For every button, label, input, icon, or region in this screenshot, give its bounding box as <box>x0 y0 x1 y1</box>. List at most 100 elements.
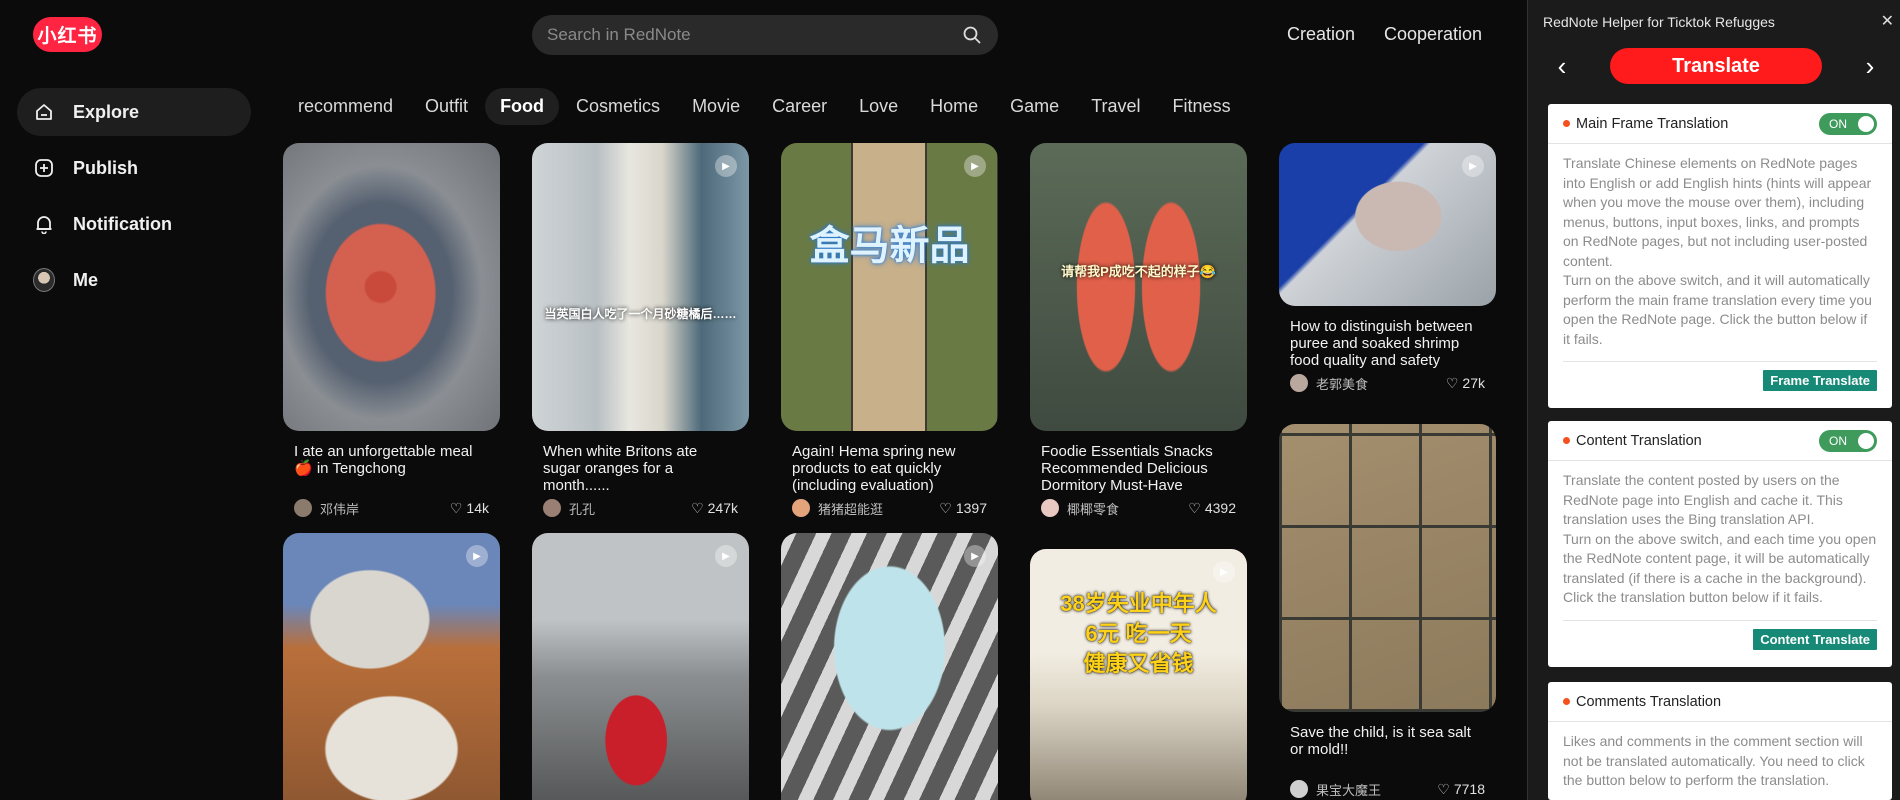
like-count: 247k <box>707 500 738 516</box>
card-image[interactable]: ▶ <box>781 533 998 800</box>
author-avatar[interactable] <box>792 499 810 517</box>
cooperation-link[interactable]: Cooperation <box>1384 24 1482 45</box>
card-image[interactable] <box>283 143 500 431</box>
like-count: 1397 <box>955 500 987 516</box>
tab-cosmetics[interactable]: Cosmetics <box>561 88 675 125</box>
translate-button[interactable]: Translate <box>1610 48 1822 84</box>
feed-card[interactable]: I ate an unforgettable meal 🍎 in Tengcho… <box>283 143 500 518</box>
sidebar-item-notification[interactable]: Notification <box>17 200 251 248</box>
card-image[interactable] <box>1279 424 1496 712</box>
feed-card[interactable]: ▶ 当英国白人吃了一个月砂糖橘后…… When white Britons at… <box>532 143 749 518</box>
card-image[interactable]: ▶ <box>532 533 749 800</box>
card-image[interactable]: 请帮我P成吃不起的样子😂 <box>1030 143 1247 431</box>
card-meta: 果宝大魔王 ♡ 7718 <box>1290 779 1485 799</box>
card-image[interactable]: ▶ <box>1279 143 1496 306</box>
content-toggle[interactable]: ON <box>1819 429 1877 452</box>
frame-translate-button[interactable]: Frame Translate <box>1763 370 1877 391</box>
comments-translation-section: Comments Translation Likes and comments … <box>1548 682 1892 800</box>
tab-food[interactable]: Food <box>485 87 560 125</box>
play-icon: ▶ <box>1462 155 1484 177</box>
chevron-left-icon[interactable]: ‹ <box>1551 53 1573 79</box>
author-name[interactable]: 老郭美食 <box>1316 374 1446 393</box>
tab-movie[interactable]: Movie <box>677 88 755 125</box>
image-caption: 请帮我P成吃不起的样子😂 <box>1061 264 1216 279</box>
play-icon: ▶ <box>964 545 986 567</box>
card-image[interactable]: ▶ 盒马新品 <box>781 143 998 431</box>
rednote-logo[interactable]: 小红书 <box>33 17 102 52</box>
author-avatar[interactable] <box>294 499 312 517</box>
card-meta: 邓伟岸 ♡ 14k <box>294 498 489 518</box>
play-icon: ▶ <box>1213 561 1235 583</box>
tab-career[interactable]: Career <box>757 88 842 125</box>
feed-card[interactable]: ▶ How to distinguish between puree and s… <box>1279 143 1496 393</box>
channel-tabs: recommend Outfit Food Cosmetics Movie Ca… <box>283 87 1248 125</box>
heart-icon[interactable]: ♡ <box>1446 375 1459 392</box>
feed-card[interactable]: ▶ <box>532 533 749 800</box>
heart-icon[interactable]: ♡ <box>1188 500 1201 517</box>
feed-card[interactable]: ▶ <box>781 533 998 800</box>
heart-icon[interactable]: ♡ <box>691 500 704 517</box>
main-frame-toggle[interactable]: ON <box>1819 112 1877 135</box>
author-name[interactable]: 猪猪超能逛 <box>818 499 939 518</box>
section-title: Comments Translation <box>1576 693 1722 710</box>
card-title[interactable]: Again! Hema spring new products to eat q… <box>792 443 987 494</box>
tab-fitness[interactable]: Fitness <box>1158 88 1246 125</box>
sidebar-item-publish[interactable]: Publish <box>17 144 251 192</box>
author-avatar[interactable] <box>1290 780 1308 798</box>
tab-recommend[interactable]: recommend <box>283 88 408 125</box>
heart-icon[interactable]: ♡ <box>450 500 463 517</box>
search-input[interactable] <box>547 25 962 45</box>
card-title[interactable]: When white Britons ate sugar oranges for… <box>543 443 738 494</box>
feed-card[interactable]: ▶ 盒马新品 Again! Hema spring new products t… <box>781 143 998 518</box>
author-name[interactable]: 椰椰零食 <box>1067 499 1188 518</box>
author-name[interactable]: 果宝大魔王 <box>1316 780 1437 799</box>
content-translation-section: Content Translation ON Translate the con… <box>1548 421 1892 667</box>
feed-card[interactable]: 请帮我P成吃不起的样子😂 Foodie Essentials Snacks Re… <box>1030 143 1247 518</box>
heart-icon[interactable]: ♡ <box>939 500 952 517</box>
section-title: Content Translation <box>1576 432 1702 449</box>
feed-card[interactable]: ▶ 38岁失业中年人 6元 吃一天 健康又省钱 <box>1030 549 1247 800</box>
card-image[interactable]: ▶ 当英国白人吃了一个月砂糖橘后…… <box>532 143 749 431</box>
tab-game[interactable]: Game <box>995 88 1074 125</box>
status-dot <box>1563 437 1570 444</box>
play-icon: ▶ <box>715 155 737 177</box>
heart-icon[interactable]: ♡ <box>1437 781 1450 798</box>
author-avatar[interactable] <box>1290 374 1308 392</box>
author-name[interactable]: 邓伟岸 <box>320 499 450 518</box>
search-bar[interactable] <box>532 15 998 55</box>
creation-link[interactable]: Creation <box>1287 24 1355 45</box>
close-icon[interactable]: ✕ <box>1881 11 1894 31</box>
like-count: 7718 <box>1453 781 1485 797</box>
search-icon[interactable] <box>962 25 982 45</box>
author-name[interactable]: 孔孔 <box>569 499 691 518</box>
tab-love[interactable]: Love <box>844 88 913 125</box>
card-title[interactable]: I ate an unforgettable meal 🍎 in Tengcho… <box>294 443 489 494</box>
tab-travel[interactable]: Travel <box>1076 88 1155 125</box>
image-caption: 盒马新品 <box>809 224 970 268</box>
author-avatar[interactable] <box>543 499 561 517</box>
card-meta: 孔孔 ♡ 247k <box>543 498 738 518</box>
tab-home[interactable]: Home <box>915 88 993 125</box>
card-image[interactable]: ▶ 38岁失业中年人 6元 吃一天 健康又省钱 <box>1030 549 1247 800</box>
card-title[interactable]: Foodie Essentials Snacks Recommended Del… <box>1041 443 1236 494</box>
sidebar-item-me[interactable]: Me <box>17 256 251 304</box>
feed-card[interactable]: ▶ <box>283 533 500 800</box>
sidebar-item-label: Publish <box>73 157 139 178</box>
sidebar: Explore Publish Notification Me <box>17 88 251 312</box>
author-avatar[interactable] <box>1041 499 1059 517</box>
card-meta: 猪猪超能逛 ♡ 1397 <box>792 498 987 518</box>
sidebar-item-explore[interactable]: Explore <box>17 88 251 136</box>
tab-outfit[interactable]: Outfit <box>410 88 483 125</box>
feed-card[interactable]: Save the child, is it sea salt or mold!!… <box>1279 424 1496 799</box>
content-translate-button[interactable]: Content Translate <box>1753 628 1877 650</box>
main-frame-translation-section: Main Frame Translation ON Translate Chin… <box>1548 104 1892 408</box>
play-icon: ▶ <box>715 545 737 567</box>
image-caption: 38岁失业中年人 6元 吃一天 健康又省钱 <box>1060 591 1217 676</box>
card-image[interactable]: ▶ <box>283 533 500 800</box>
card-title[interactable]: Save the child, is it sea salt or mold!! <box>1290 724 1485 775</box>
avatar <box>33 268 55 292</box>
card-title[interactable]: How to distinguish between puree and soa… <box>1290 318 1485 369</box>
section-description: Translate Chinese elements on RedNote pa… <box>1563 155 1872 347</box>
chevron-right-icon[interactable]: › <box>1859 53 1881 79</box>
status-dot <box>1563 120 1570 127</box>
